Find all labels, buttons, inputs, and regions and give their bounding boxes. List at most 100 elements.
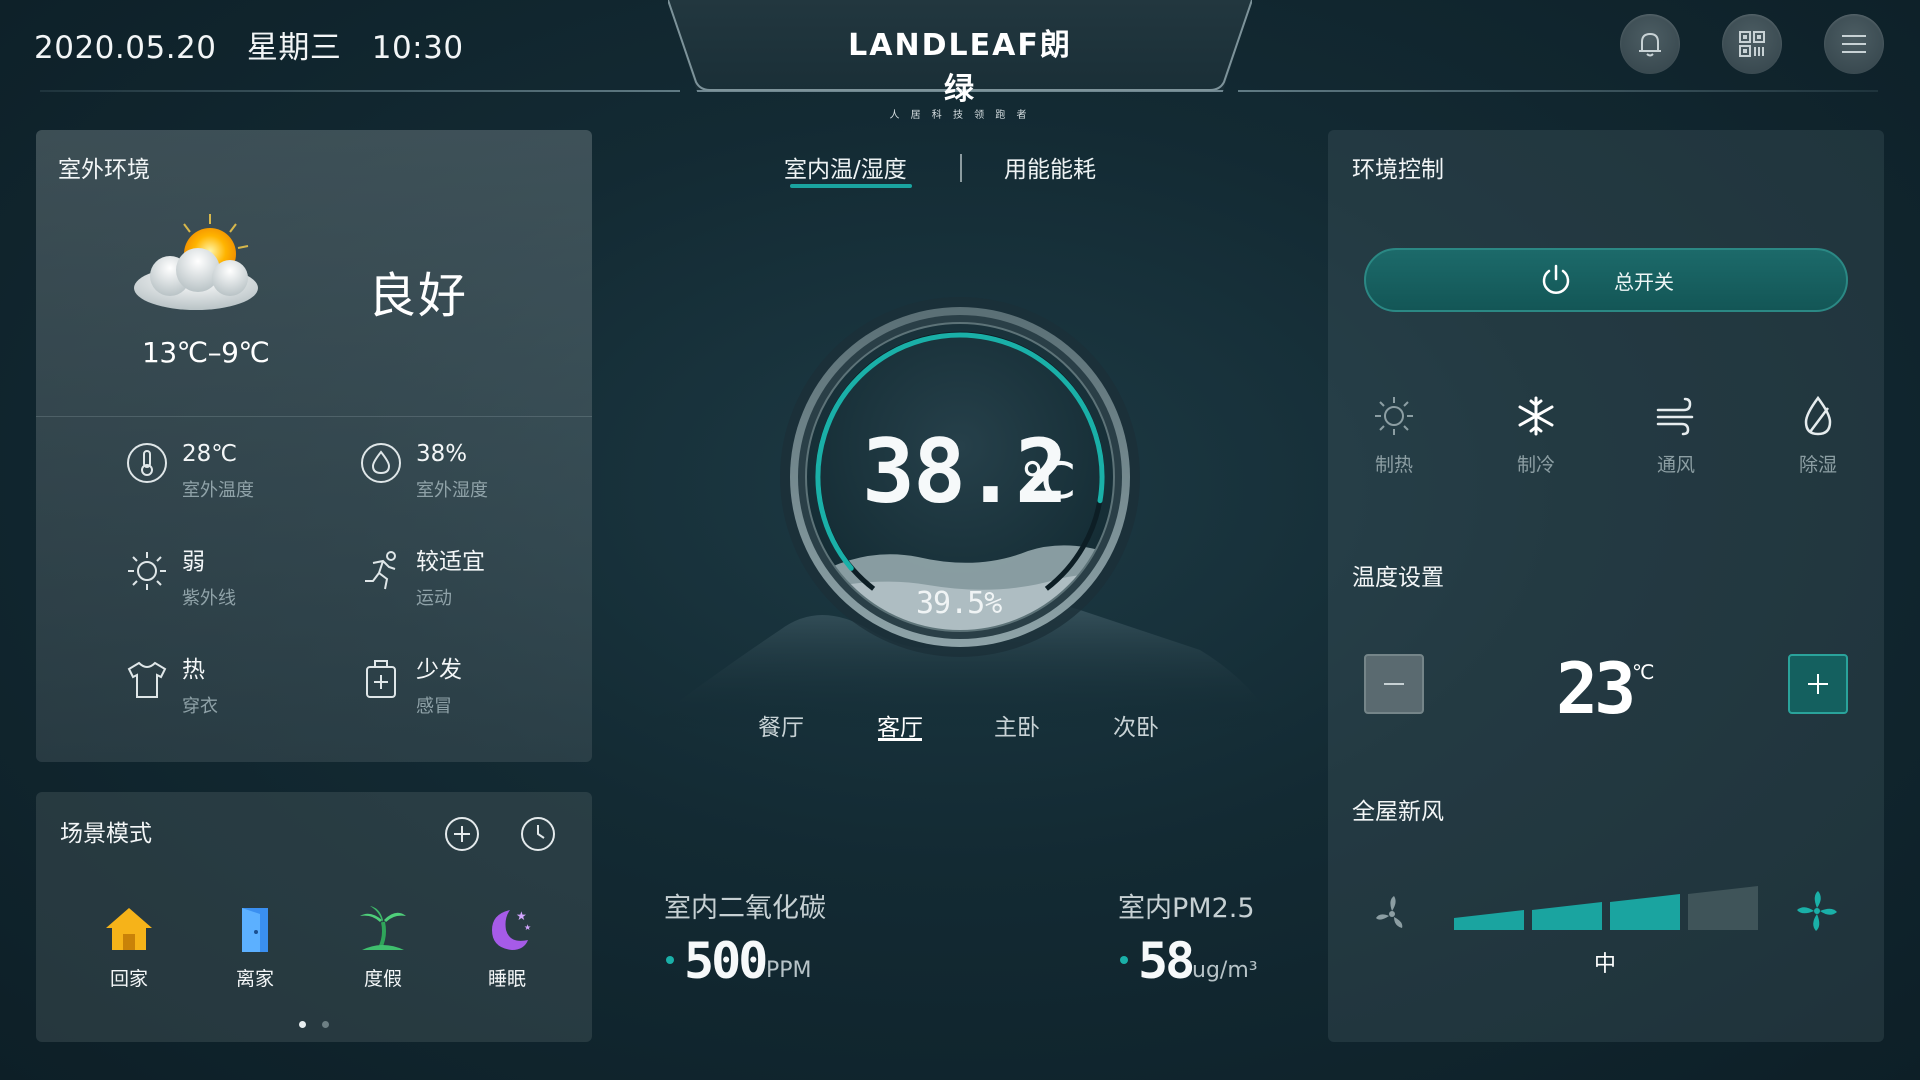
menu-button[interactable] (1824, 14, 1884, 74)
partly-cloudy-icon (134, 214, 258, 310)
indoor-temperature-unit: ℃ (1020, 452, 1077, 510)
sun-icon (124, 548, 170, 594)
power-icon (1542, 264, 1570, 294)
tab-separator (960, 154, 962, 182)
mode-label: 除湿 (1798, 454, 1837, 476)
fan-high-button[interactable] (1794, 888, 1840, 938)
room-living[interactable]: 客厅 (877, 708, 923, 742)
page-indicator[interactable] (322, 1021, 329, 1028)
stat-outdoor-temp: 28℃ 室外温度 (124, 440, 254, 502)
tab-indoor-temp-humidity[interactable]: 室内温/湿度 (784, 150, 907, 184)
fan-high-icon (1797, 891, 1837, 931)
set-temperature-unit: ℃ (1632, 660, 1655, 684)
scene-label: 回家 (109, 968, 148, 990)
outdoor-divider (36, 416, 592, 417)
logo-text: LANDLEAF朗绿 (848, 28, 1072, 107)
scene-title: 场景模式 (60, 821, 152, 847)
bell-icon (1639, 32, 1661, 57)
outdoor-title: 室外环境 (58, 157, 150, 183)
qr-code-icon (1739, 31, 1765, 57)
pm25-unit: ug/m³ (1192, 958, 1258, 983)
room-dining[interactable]: 餐厅 (758, 708, 804, 742)
add-scene-button[interactable] (444, 816, 480, 856)
stat-label: 紫外线 (182, 588, 236, 609)
header-divider-left (40, 90, 680, 92)
mode-dehumidify[interactable]: 除湿 (1778, 394, 1858, 477)
sun-icon (1375, 397, 1413, 435)
stat-value: 热 (182, 657, 205, 683)
scene-label: 度假 (363, 968, 402, 990)
stat-outdoor-humidity: 38% 室外湿度 (358, 440, 488, 502)
scene-label: 睡眠 (487, 968, 526, 990)
mode-label: 通风 (1656, 454, 1695, 476)
mode-label: 制热 (1374, 454, 1413, 476)
master-switch-button[interactable]: 总开关 (1364, 248, 1848, 312)
mode-heat[interactable]: 制热 (1354, 394, 1434, 477)
indoor-humidity: 39.5% (916, 586, 1002, 621)
scene-label: 离家 (235, 968, 274, 990)
snowflake-icon (1518, 396, 1554, 436)
stat-label: 感冒 (416, 696, 452, 717)
room-second-bedroom[interactable]: 次卧 (1113, 708, 1159, 742)
mode-cool[interactable]: 制冷 (1496, 394, 1576, 477)
stat-uv: 弱 紫外线 (124, 548, 236, 610)
co2-value: 500 (684, 932, 768, 990)
tab-energy[interactable]: 用能能耗 (1004, 150, 1096, 184)
outdoor-panel (36, 130, 592, 762)
schedule-button[interactable] (520, 816, 556, 856)
fan-level-segment[interactable] (1454, 910, 1524, 930)
water-drop-icon (358, 440, 404, 486)
fresh-air-title: 全屋新风 (1352, 799, 1444, 825)
brand-logo: LANDLEAF朗绿 人 居 科 技 领 跑 者 (840, 20, 1080, 121)
stat-value: 较适宜 (416, 549, 485, 575)
stat-exercise: 较适宜 运动 (358, 548, 485, 610)
dehumidify-icon (1804, 395, 1832, 436)
fan-level-slider[interactable] (1454, 884, 1760, 930)
notification-button[interactable] (1620, 14, 1680, 74)
plus-circle-icon (445, 817, 479, 851)
wind-icon (1656, 397, 1694, 436)
scene-sleep[interactable]: ★ ★ 睡眠 (462, 904, 552, 991)
palm-tree-icon (360, 906, 406, 950)
stat-value: 28℃ (182, 441, 238, 467)
env-control-title: 环境控制 (1352, 157, 1444, 183)
active-tab-indicator (790, 184, 912, 188)
outdoor-temp-range: 13℃–9℃ (142, 336, 270, 369)
shirt-icon (124, 656, 170, 702)
decrease-temp-button[interactable] (1364, 654, 1424, 714)
date: 2020.05.20 (34, 30, 217, 66)
fan-low-icon (1376, 896, 1403, 928)
co2-title: 室内二氧化碳 (664, 893, 826, 924)
stat-clothing: 热 穿衣 (124, 656, 218, 718)
stat-cold: 少发 感冒 (358, 656, 462, 718)
scene-home[interactable]: 回家 (84, 904, 174, 991)
minus-icon (1384, 683, 1404, 685)
mode-ventilate[interactable]: 通风 (1636, 394, 1716, 477)
pm25-title: 室内PM2.5 (1118, 893, 1255, 924)
stat-value: 弱 (182, 549, 205, 575)
datetime: 2020.05.20 星期三 10:30 (34, 22, 484, 67)
stat-label: 室外温度 (182, 480, 254, 501)
page-indicator-active[interactable] (299, 1021, 306, 1028)
set-temperature: 23 (1556, 648, 1636, 730)
increase-temp-button[interactable] (1788, 654, 1848, 714)
fan-level-segment[interactable] (1688, 886, 1758, 930)
stat-value: 少发 (416, 657, 462, 683)
co2-unit: PPM (766, 958, 812, 983)
scene-away[interactable]: 离家 (210, 904, 300, 991)
fan-low-button[interactable] (1370, 890, 1414, 938)
qr-code-button[interactable] (1722, 14, 1782, 74)
active-room-indicator (878, 738, 922, 741)
room-master-bedroom[interactable]: 主卧 (994, 708, 1040, 742)
fan-level-segment[interactable] (1610, 894, 1680, 930)
moon-icon: ★ ★ (492, 909, 531, 950)
svg-text:★: ★ (516, 909, 527, 923)
scene-vacation[interactable]: 度假 (338, 904, 428, 991)
master-switch-label: 总开关 (1614, 269, 1674, 294)
fan-level-segment[interactable] (1532, 902, 1602, 930)
running-icon (358, 548, 404, 594)
stat-label: 运动 (416, 588, 452, 609)
co2-status-dot (666, 956, 674, 964)
temp-setting-title: 温度设置 (1352, 565, 1444, 591)
pm25-status-dot (1120, 956, 1128, 964)
